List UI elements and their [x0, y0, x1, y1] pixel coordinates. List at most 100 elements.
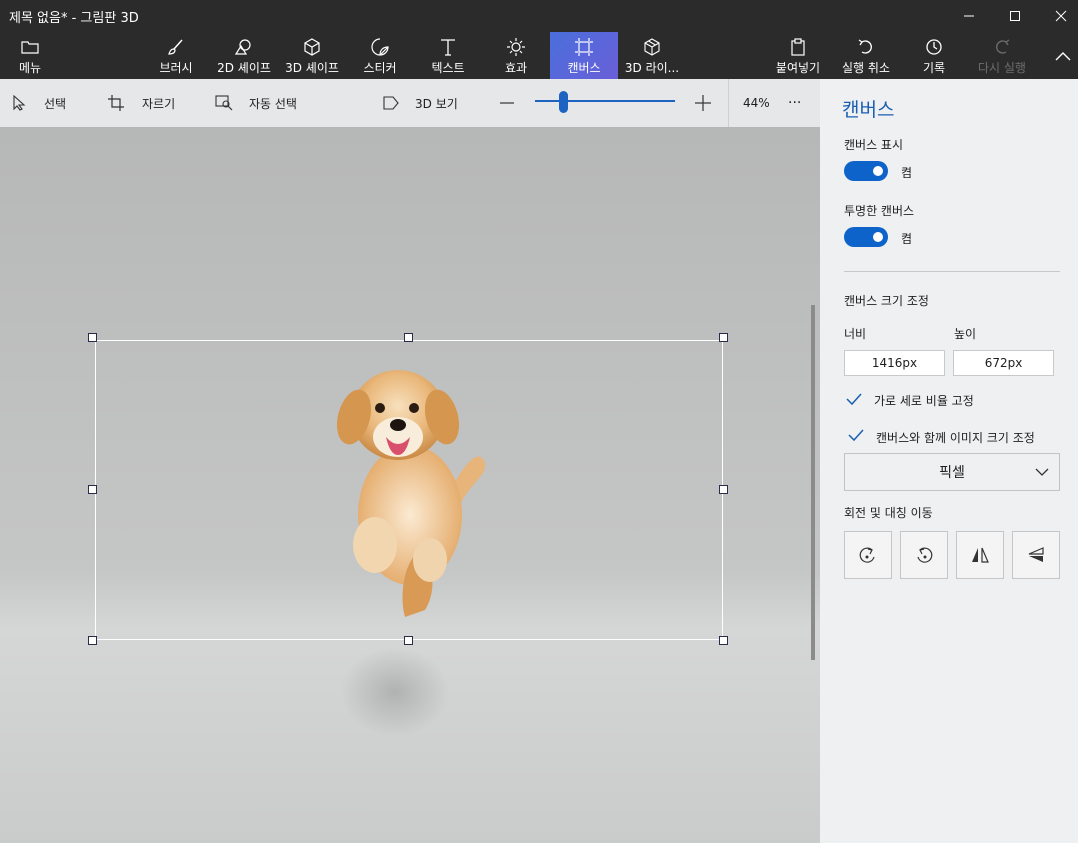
maximize-icon	[1010, 11, 1020, 21]
zoom-out-button[interactable]	[499, 79, 515, 127]
resize-handle-left[interactable]	[88, 485, 97, 494]
magic-select-icon	[215, 95, 233, 111]
tool-effects[interactable]: 효과	[482, 32, 550, 79]
canvas-workspace[interactable]	[0, 127, 820, 843]
flip-vertical-button[interactable]	[1012, 531, 1060, 579]
height-label: 높이	[954, 327, 977, 341]
object-shadow	[340, 647, 450, 737]
rotate-right-icon	[917, 547, 933, 563]
canvas-panel: 캔버스 캔버스 표시 켬 투명한 캔버스 켬 캔버스 크기 조정 너비 높이 1…	[820, 79, 1078, 843]
minimize-button[interactable]	[946, 0, 992, 32]
pointer-icon	[13, 95, 26, 111]
resize-image-checkbox[interactable]	[846, 425, 866, 445]
ribbon: 메뉴 브러시 2D 셰이프 3D 셰이프 스티커 텍스트 효과 캔버스 3D 라…	[0, 32, 1078, 79]
tool-2d-shapes-label: 2D 셰이프	[217, 61, 271, 75]
maximize-button[interactable]	[992, 0, 1038, 32]
checkmark-icon	[848, 429, 864, 442]
history-button[interactable]: 기록	[900, 32, 968, 79]
canvas-icon	[575, 37, 593, 57]
minimize-icon	[964, 15, 974, 17]
height-field[interactable]: 672px	[953, 350, 1054, 376]
tool-2d-shapes[interactable]: 2D 셰이프	[210, 32, 278, 79]
library-3d-icon	[643, 37, 661, 57]
show-canvas-toggle[interactable]	[844, 161, 888, 181]
brush-icon	[167, 37, 185, 57]
more-icon: ···	[788, 95, 802, 111]
zoom-slider[interactable]	[535, 100, 675, 102]
sticker-icon	[371, 37, 389, 57]
redo-icon	[993, 37, 1011, 57]
cube-icon	[303, 37, 321, 57]
close-icon	[1055, 10, 1067, 22]
toggle-knob	[873, 166, 883, 176]
close-button[interactable]	[1038, 0, 1078, 32]
redo-label: 다시 실행	[978, 61, 1026, 75]
unit-dropdown[interactable]: 픽셀	[844, 453, 1060, 491]
crop-label: 자르기	[142, 96, 176, 111]
resize-handle-top[interactable]	[404, 333, 413, 342]
tool-3d-shapes-label: 3D 셰이프	[285, 61, 339, 75]
lock-ratio-checkbox[interactable]	[844, 389, 864, 409]
show-canvas-state: 켬	[901, 166, 913, 180]
magic-select-button[interactable]: 자동 선택	[215, 79, 297, 127]
sun-icon	[507, 37, 525, 57]
lock-ratio-label: 가로 세로 비율 고정	[874, 394, 974, 408]
view-3d-button[interactable]: 3D 보기	[383, 79, 458, 127]
tool-text[interactable]: 텍스트	[414, 32, 482, 79]
crop-button[interactable]: 자르기	[108, 79, 175, 127]
minus-icon	[500, 102, 514, 104]
crop-icon	[108, 95, 124, 111]
resize-handle-bottom-left[interactable]	[88, 636, 97, 645]
width-label: 너비	[844, 327, 867, 341]
more-options-button[interactable]: ···	[788, 79, 801, 127]
tool-3d-shapes[interactable]: 3D 셰이프	[278, 32, 346, 79]
resize-handle-top-left[interactable]	[88, 333, 97, 342]
tool-brush[interactable]: 브러시	[142, 32, 210, 79]
shapes-2d-icon	[234, 37, 254, 57]
zoom-in-button[interactable]	[694, 79, 712, 127]
resize-handle-right[interactable]	[719, 485, 728, 494]
flip-horizontal-button[interactable]	[956, 531, 1004, 579]
flip-horizontal-icon	[972, 547, 989, 563]
menu-button[interactable]: 메뉴	[0, 32, 60, 79]
chevron-up-icon	[1055, 52, 1071, 61]
tool-canvas-label: 캔버스	[567, 61, 601, 75]
tool-3d-library[interactable]: 3D 라이...	[618, 32, 686, 79]
vertical-scrollbar[interactable]	[811, 305, 815, 660]
select-button[interactable]: 선택	[12, 79, 66, 127]
undo-button[interactable]: 실행 취소	[832, 32, 900, 79]
resize-handle-top-right[interactable]	[719, 333, 728, 342]
paste-button[interactable]: 붙여넣기	[764, 32, 832, 79]
transparent-canvas-toggle[interactable]	[844, 227, 888, 247]
clipboard-icon	[789, 37, 807, 57]
toggle-knob	[873, 232, 883, 242]
tool-effects-label: 효과	[504, 61, 528, 75]
width-field[interactable]: 1416px	[844, 350, 945, 376]
undo-icon	[857, 37, 875, 57]
tool-canvas[interactable]: 캔버스	[550, 32, 618, 79]
text-icon	[439, 37, 457, 57]
checkmark-icon	[846, 393, 862, 406]
tool-stickers-label: 스티커	[363, 61, 397, 75]
paste-label: 붙여넣기	[775, 61, 821, 75]
tool-text-label: 텍스트	[431, 61, 465, 75]
collapse-ribbon-button[interactable]	[1040, 40, 1078, 72]
transparent-canvas-state: 켬	[901, 232, 913, 246]
history-label: 기록	[922, 61, 946, 75]
chevron-down-icon	[1035, 468, 1049, 476]
history-icon	[925, 37, 943, 57]
tool-stickers[interactable]: 스티커	[346, 32, 414, 79]
zoom-percent[interactable]: 44%	[743, 79, 770, 127]
rotate-left-icon	[859, 547, 875, 563]
resize-handle-bottom[interactable]	[404, 636, 413, 645]
resize-handle-bottom-right[interactable]	[719, 636, 728, 645]
zoom-percent-label: 44%	[743, 96, 770, 110]
rotate-right-button[interactable]	[900, 531, 948, 579]
show-canvas-label: 캔버스 표시	[844, 138, 904, 152]
view-3d-icon	[383, 96, 399, 110]
rotate-left-button[interactable]	[844, 531, 892, 579]
options-bar: 선택 자르기 자동 선택 3D 보기 44% ···	[0, 79, 820, 127]
redo-button[interactable]: 다시 실행	[968, 32, 1036, 79]
resize-canvas-heading: 캔버스 크기 조정	[844, 294, 929, 308]
zoom-slider-thumb[interactable]	[559, 91, 568, 113]
